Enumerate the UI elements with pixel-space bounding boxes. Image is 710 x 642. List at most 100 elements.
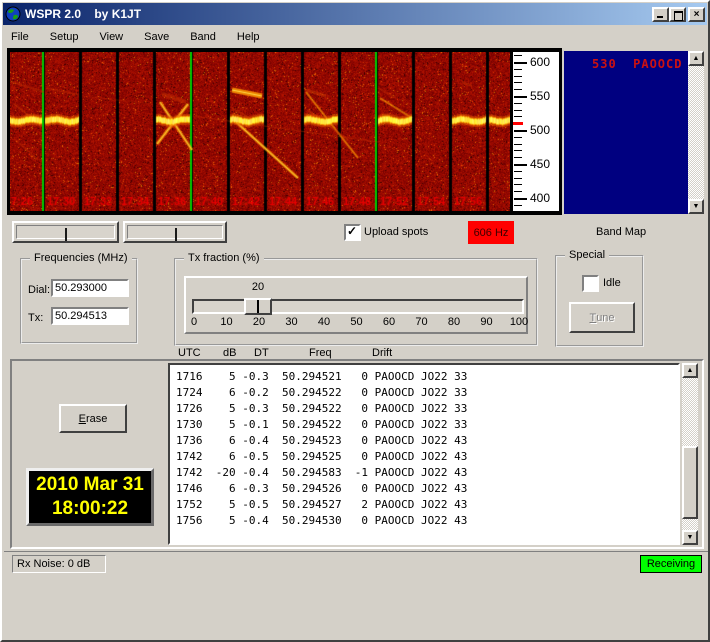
waterfall-display[interactable] <box>10 52 510 211</box>
maximize-button[interactable] <box>669 7 686 22</box>
tx-fraction-group: Tx fraction (%) 20 010203040506070809010… <box>174 258 538 346</box>
scroll-up-icon[interactable]: ▲ <box>688 51 704 66</box>
status-bar: Rx Noise: 0 dB Receiving <box>4 551 710 574</box>
maximize-icon <box>674 11 683 21</box>
scroll-up-icon[interactable]: ▲ <box>682 363 698 378</box>
decode-row: 1726 5 -0.3 50.294522 0 PAOOCD JO22 33 <box>176 401 678 417</box>
column-header-db: dB <box>223 347 236 359</box>
scale-tick <box>514 89 522 90</box>
close-button[interactable]: × <box>688 7 705 22</box>
rx-frequency-marker <box>513 122 523 125</box>
band-map-entry: 530 PAOOCD <box>592 57 682 71</box>
gain-slider[interactable] <box>123 221 227 243</box>
band-map-area[interactable]: 530 PAOOCD <box>564 51 688 214</box>
frequency-scale: 400 450 500 550 600 <box>513 52 559 211</box>
scrollbar-thumb[interactable] <box>682 446 698 519</box>
tx-fraction-value: 20 <box>244 281 272 293</box>
band-map-label: Band Map <box>596 226 646 238</box>
band-map-scrollbar[interactable]: ▲ ▼ <box>688 51 704 214</box>
decode-panel: Erase 2010 Mar 31 18:00:22 1716 5 -0.3 5… <box>10 359 704 549</box>
scale-tick <box>514 164 527 166</box>
tune-button[interactable]: Tune <box>569 302 635 333</box>
special-group: Special ✓ Idle Tune <box>555 255 644 347</box>
scale-tick-label: 450 <box>530 157 550 171</box>
frequencies-title: Frequencies (MHz) <box>30 252 132 264</box>
menu-view[interactable]: View <box>92 29 130 45</box>
scale-tick <box>514 69 522 70</box>
scale-tick <box>514 198 527 200</box>
app-icon <box>5 6 21 22</box>
scale-tick <box>514 110 522 111</box>
decode-row: 1746 6 -0.3 50.294526 0 PAOOCD JO22 43 <box>176 481 678 497</box>
column-header-dt: DT <box>254 347 269 359</box>
tx-fraction-tick-label: 30 <box>277 316 307 328</box>
idle-checkbox[interactable]: ✓ <box>582 275 599 292</box>
contrast-slider[interactable] <box>12 221 119 243</box>
scale-tick <box>514 76 522 77</box>
tx-fraction-tick-label: 50 <box>342 316 372 328</box>
decode-list-scrollbar[interactable]: ▲ ▼ <box>682 363 698 545</box>
menu-file[interactable]: File <box>4 29 36 45</box>
decode-row: 1742 -20 -0.4 50.294583 -1 PAOOCD JO22 4… <box>176 465 678 481</box>
scale-tick <box>514 55 522 56</box>
minimize-icon <box>657 16 663 18</box>
scale-tick <box>514 191 522 192</box>
decode-list[interactable]: 1716 5 -0.3 50.294521 0 PAOOCD JO22 3317… <box>168 363 680 545</box>
menu-help[interactable]: Help <box>230 29 267 45</box>
scale-tick <box>514 82 522 83</box>
scale-tick <box>514 157 522 158</box>
decode-row: 1716 5 -0.3 50.294521 0 PAOOCD JO22 33 <box>176 369 678 385</box>
scroll-down-icon[interactable]: ▼ <box>682 530 698 545</box>
upload-spots-checkbox[interactable]: ✓ <box>344 224 361 241</box>
erase-button[interactable]: Erase <box>59 404 127 433</box>
scale-tick <box>514 96 527 98</box>
dial-frequency-input[interactable] <box>51 279 129 297</box>
scale-tick <box>514 150 522 151</box>
spectrum-frame: 400 450 500 550 600 <box>7 48 562 215</box>
tx-fraction-track[interactable] <box>192 299 524 314</box>
menu-setup[interactable]: Setup <box>43 29 86 45</box>
slider-thumb[interactable] <box>65 228 67 241</box>
tx-fraction-tick-label: 40 <box>309 316 339 328</box>
scale-tick-label: 550 <box>530 89 550 103</box>
scale-tick <box>514 205 522 206</box>
band-map-panel: 530 PAOOCD ▲ ▼ <box>564 51 704 214</box>
decode-row: 1752 5 -0.5 50.294527 2 PAOOCD JO22 43 <box>176 497 678 513</box>
close-icon: × <box>694 9 700 20</box>
tx-fraction-tick-label: 80 <box>439 316 469 328</box>
menu-save[interactable]: Save <box>137 29 176 45</box>
tx-audio-frequency-badge: 606 Hz <box>468 221 514 244</box>
tx-fraction-tick-label: 90 <box>472 316 502 328</box>
scale-tick <box>514 130 527 132</box>
tx-fraction-slider[interactable]: 20 0102030405060708090100 <box>184 276 528 334</box>
tx-fraction-title: Tx fraction (%) <box>184 252 264 264</box>
idle-label: Idle <box>603 277 621 289</box>
scale-tick <box>514 178 522 179</box>
scale-tick <box>514 137 522 138</box>
tx-frequency-input[interactable] <box>51 307 129 325</box>
decode-row: 1724 6 -0.2 50.294522 0 PAOOCD JO22 33 <box>176 385 678 401</box>
tx-fraction-thumb[interactable] <box>244 298 272 315</box>
receiving-status-badge: Receiving <box>640 555 702 573</box>
clock-time: 18:00:22 <box>52 497 128 521</box>
minimize-button[interactable] <box>652 7 669 22</box>
scale-tick-label: 400 <box>530 191 550 205</box>
menu-bar: File Setup View Save Band Help <box>4 27 710 47</box>
slider-thumb[interactable] <box>175 228 177 241</box>
special-title: Special <box>565 249 609 261</box>
scale-tick-label: 500 <box>530 123 550 137</box>
scroll-down-icon[interactable]: ▼ <box>688 199 704 214</box>
tx-fraction-tick-label: 20 <box>244 316 274 328</box>
scale-tick <box>514 144 522 145</box>
column-header-utc: UTC <box>178 347 201 359</box>
tx-fraction-tick-label: 70 <box>407 316 437 328</box>
decode-headers: UTCdBDTFreqDrift <box>2 347 710 359</box>
frequencies-group: Frequencies (MHz) Dial: Tx: <box>20 258 138 344</box>
title-bar: WSPR 2.0 by K1JT × <box>3 3 707 25</box>
rx-noise-status: Rx Noise: 0 dB <box>12 555 106 573</box>
tx-fraction-tick-label: 0 <box>179 316 209 328</box>
menu-band[interactable]: Band <box>183 29 223 45</box>
clock-date: 2010 Mar 31 <box>36 473 144 497</box>
upload-spots-label: Upload spots <box>364 226 428 238</box>
scale-tick-label: 600 <box>530 55 550 69</box>
